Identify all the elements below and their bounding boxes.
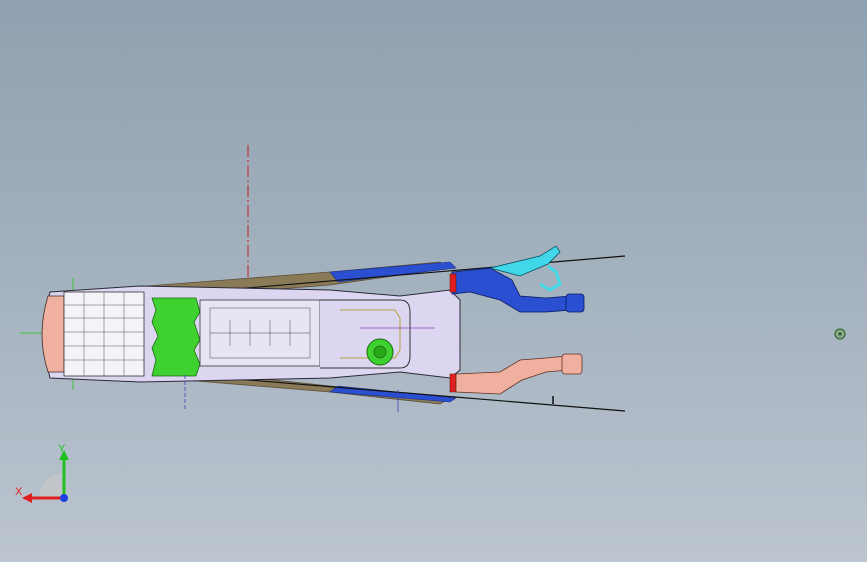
green-cradle-part	[151, 297, 201, 377]
upper-arm-cyan	[489, 245, 561, 277]
axis-label-x: X	[15, 486, 23, 498]
cad-viewport[interactable]	[0, 0, 867, 562]
upper-arm-blue	[451, 267, 573, 313]
upper-red-collar	[449, 273, 457, 293]
lower-arm-pink	[455, 355, 569, 395]
green-disk-hub	[373, 345, 387, 359]
lower-red-collar	[449, 373, 457, 393]
lower-rail	[199, 375, 626, 412]
axis-triad: Y X	[10, 440, 80, 510]
lower-arm-end-cap	[561, 353, 583, 375]
front-nose-cap	[41, 295, 65, 373]
upper-arm-cyan-hook	[539, 264, 562, 292]
axis-triad-graphic	[22, 450, 69, 503]
axis-label-y: Y	[58, 443, 66, 455]
origin-marker-icon[interactable]	[834, 328, 846, 340]
upper-arm-end-cap	[565, 293, 585, 313]
upper-rail	[199, 255, 626, 293]
